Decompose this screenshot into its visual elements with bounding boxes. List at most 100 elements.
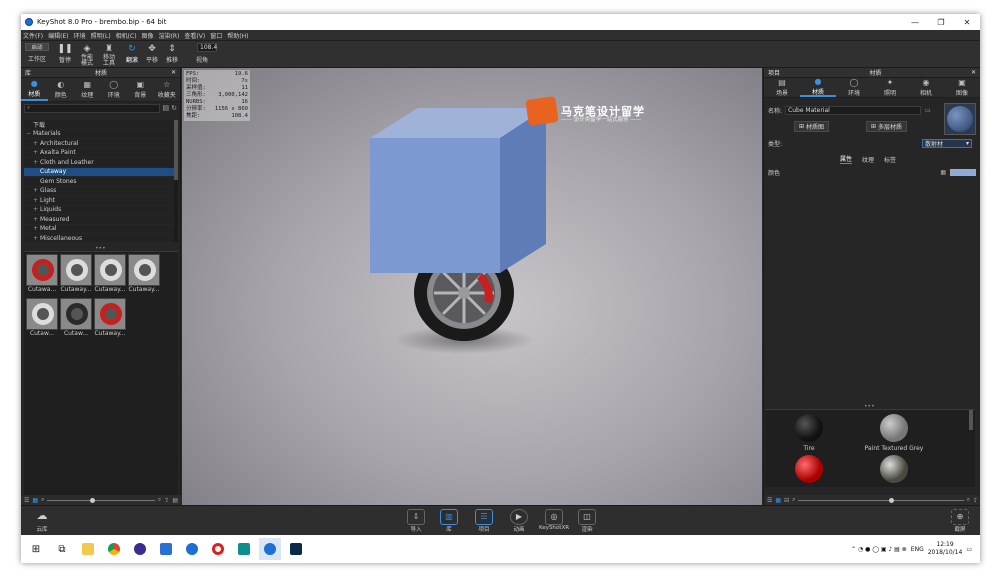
menu-image[interactable]: 图像 bbox=[142, 31, 154, 40]
material-thumbnail[interactable]: Cutaw... bbox=[60, 298, 92, 338]
clock[interactable]: 12:19 2018/10/14 bbox=[928, 541, 963, 557]
upload-icon[interactable]: ⇪ bbox=[164, 497, 169, 504]
menu-help[interactable]: 帮助(H) bbox=[227, 31, 248, 40]
task-view-button[interactable]: ⧉ bbox=[51, 538, 73, 560]
pan-button[interactable]: ✥ 平移 bbox=[141, 43, 163, 64]
minimize-button[interactable]: — bbox=[902, 14, 928, 30]
material-ball-tire[interactable] bbox=[795, 414, 823, 442]
taskbar-firefox[interactable] bbox=[129, 538, 151, 560]
list-view-icon[interactable]: ☰ bbox=[24, 497, 29, 504]
menu-edit[interactable]: 编辑(E) bbox=[48, 31, 68, 40]
tree-item[interactable]: + Miscellaneous bbox=[24, 234, 174, 244]
material-graph-button[interactable]: ⊞ 材质图 bbox=[794, 121, 830, 132]
list-view-icon[interactable]: ☰ bbox=[767, 497, 772, 504]
tab-scene[interactable]: ▤ 场景 bbox=[764, 78, 800, 97]
tree-item[interactable]: Gem Stones bbox=[24, 177, 174, 187]
material-thumbnail[interactable]: Cutaway... bbox=[128, 254, 160, 294]
tumble-button[interactable]: ↻ 翻滚 bbox=[121, 43, 143, 64]
close-button[interactable]: ✕ bbox=[954, 14, 980, 30]
menu-render[interactable]: 渲染(R) bbox=[159, 31, 180, 40]
taskbar-chrome[interactable] bbox=[103, 538, 125, 560]
dolly-button[interactable]: ⇕ 推移 bbox=[161, 43, 183, 64]
taskbar-keyshot[interactable] bbox=[181, 538, 203, 560]
language-indicator[interactable]: ENG bbox=[911, 546, 924, 553]
library-search-input[interactable]: ⌕ bbox=[24, 103, 160, 113]
thumbnail-size-slider[interactable] bbox=[47, 497, 155, 503]
share-icon[interactable]: ⇪ bbox=[973, 497, 978, 504]
pause-button[interactable]: ❚❚ 暂停 bbox=[54, 43, 76, 64]
start-button[interactable]: ⊞ bbox=[25, 538, 47, 560]
workspace-button[interactable]: 工作区 bbox=[26, 54, 48, 63]
expand-icon[interactable]: + bbox=[33, 206, 40, 213]
material-thumbnail[interactable]: Cutaway... bbox=[94, 298, 126, 338]
tree-item[interactable]: 下载 bbox=[24, 120, 174, 130]
expand-icon[interactable]: − bbox=[26, 130, 33, 137]
menu-environment[interactable]: 环境 bbox=[74, 31, 86, 40]
menu-view[interactable]: 查看(V) bbox=[184, 31, 205, 40]
taskbar-photoshop[interactable] bbox=[285, 538, 307, 560]
folder-icon[interactable]: ▤ bbox=[163, 104, 170, 112]
refresh-icon[interactable]: ↻ bbox=[171, 104, 177, 112]
taskbar-explorer[interactable] bbox=[77, 538, 99, 560]
taskbar-keyshot-active[interactable] bbox=[259, 538, 281, 560]
zoom-in-icon[interactable]: ⌕ bbox=[158, 496, 161, 504]
import-button[interactable]: ⇩ 导入 bbox=[403, 509, 429, 533]
fov-input[interactable]: 108.4 bbox=[197, 43, 217, 52]
menu-window[interactable]: 窗口 bbox=[210, 31, 222, 40]
keyshotxr-button[interactable]: ◎ KeyShotXR bbox=[539, 509, 569, 531]
project-button[interactable]: ☰ 项目 bbox=[471, 509, 497, 533]
folder-open-icon[interactable]: ▤ bbox=[172, 497, 178, 504]
material-thumbnail[interactable]: Cutaw... bbox=[26, 298, 58, 338]
render-button[interactable]: ◫ 渲染 bbox=[574, 509, 600, 533]
tab-backgrounds[interactable]: ▣ 背景 bbox=[127, 78, 154, 101]
taskbar-3dsmax[interactable] bbox=[233, 538, 255, 560]
move-tool-button[interactable]: ♜ 移动 工具 bbox=[98, 43, 120, 67]
tab-environment[interactable]: ◯ 环境 bbox=[836, 78, 872, 97]
expand-icon[interactable]: + bbox=[33, 225, 40, 232]
taskbar-app[interactable] bbox=[155, 538, 177, 560]
subtab-properties[interactable]: 属性 bbox=[840, 154, 853, 164]
cloud-library-button[interactable]: ☁ 云库 bbox=[29, 509, 55, 533]
animation-button[interactable]: ▶ 动画 bbox=[506, 509, 532, 533]
panel-close-icon[interactable]: ✕ bbox=[971, 69, 976, 76]
menu-file[interactable]: 文件(F) bbox=[23, 31, 43, 40]
tree-item[interactable]: + Light bbox=[24, 196, 174, 206]
tree-item[interactable]: − Materials bbox=[24, 130, 174, 139]
screenshot-button[interactable]: ⊕ 截屏 bbox=[947, 509, 973, 533]
tree-item[interactable]: + Measured bbox=[24, 215, 174, 225]
expand-icon[interactable]: + bbox=[33, 187, 40, 194]
tree-item[interactable]: + Glass bbox=[24, 187, 174, 196]
material-type-dropdown[interactable]: 散射材 ▾ bbox=[922, 139, 972, 148]
zoom-out-icon[interactable]: ⌕ bbox=[792, 496, 795, 504]
material-ball-metal[interactable] bbox=[880, 455, 908, 483]
tab-material[interactable]: ● 材质 bbox=[800, 77, 836, 97]
multi-material-button[interactable]: ⊞ 多层材质 bbox=[866, 121, 908, 132]
expand-icon[interactable]: + bbox=[33, 159, 40, 166]
maximize-button[interactable]: ❐ bbox=[928, 14, 954, 30]
material-thumbnail[interactable]: Cutaway... bbox=[94, 254, 126, 294]
tab-materials[interactable]: ● 材质 bbox=[21, 78, 48, 101]
tab-textures[interactable]: ▦ 纹理 bbox=[74, 78, 101, 101]
subtab-textures[interactable]: 纹理 bbox=[862, 155, 874, 164]
tree-item[interactable]: Cutaway bbox=[24, 167, 174, 177]
material-ball-paint-grey[interactable] bbox=[880, 414, 908, 442]
material-thumbnail[interactable]: Cutawa... bbox=[26, 254, 58, 294]
color-swatch[interactable] bbox=[950, 169, 976, 176]
subtab-labels[interactable]: 标签 bbox=[884, 155, 896, 164]
menu-lighting[interactable]: 照明(L) bbox=[91, 31, 111, 40]
grid-view-icon[interactable]: ▦ bbox=[32, 497, 38, 504]
menu-camera[interactable]: 相机(C) bbox=[116, 31, 137, 40]
tree-item[interactable]: + Liquids bbox=[24, 206, 174, 215]
tree-item[interactable]: + Axalta Paint bbox=[24, 149, 174, 158]
tab-colors[interactable]: ◐ 颜色 bbox=[48, 78, 75, 101]
tree-item[interactable]: + Metal bbox=[24, 225, 174, 234]
notification-icon[interactable]: ▭ bbox=[966, 546, 972, 553]
tray-icons[interactable]: ⌃ ◔ ● ◯ ▣ ♪ ▤ ⊗ bbox=[851, 546, 907, 553]
expand-icon[interactable]: + bbox=[33, 235, 40, 242]
zoom-in-icon[interactable]: ⌕ bbox=[967, 496, 970, 504]
tree-scrollbar[interactable] bbox=[174, 120, 178, 242]
tree-item[interactable]: + Architectural bbox=[24, 139, 174, 149]
launch-dropdown[interactable]: 启动 bbox=[25, 43, 49, 51]
tree-item[interactable]: + Cloth and Leather bbox=[24, 158, 174, 168]
tab-lighting[interactable]: ✦ 照明 bbox=[872, 78, 908, 97]
